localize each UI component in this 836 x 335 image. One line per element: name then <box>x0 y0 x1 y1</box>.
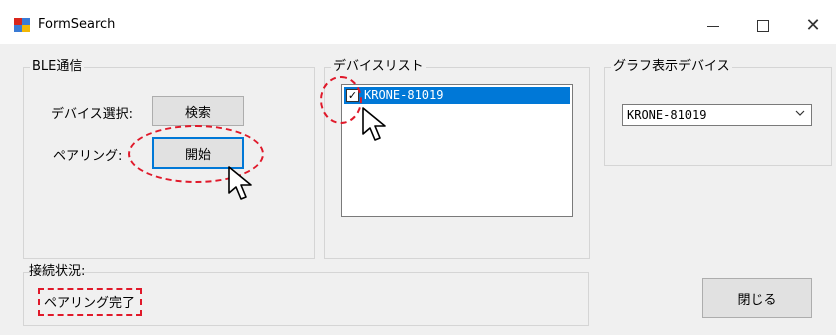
close-button[interactable]: 閉じる <box>702 278 812 318</box>
title-bar: FormSearch ✕ <box>0 0 836 44</box>
status-highlight <box>38 288 142 316</box>
device-list-title: デバイスリスト <box>331 59 426 75</box>
minimize-icon <box>707 25 719 27</box>
search-button[interactable]: 検索 <box>152 96 244 126</box>
pairing-label: ペアリング: <box>53 149 123 164</box>
window-title: FormSearch <box>38 17 116 32</box>
device-listbox[interactable]: ✓ KRONE-81019 <box>341 84 573 217</box>
graph-device-value: KRONE-81019 <box>627 108 707 122</box>
device-select-label: デバイス選択: <box>51 107 133 122</box>
device-item-label: KRONE-81019 <box>364 88 444 102</box>
close-icon: ✕ <box>805 15 821 36</box>
form-search-window: FormSearch ✕ BLE通信 デバイス選択: 検索 ペアリング: 開始 … <box>0 0 836 335</box>
ble-group-title: BLE通信 <box>30 59 85 75</box>
chevron-down-icon[interactable] <box>794 107 806 122</box>
graph-device-title: グラフ表示デバイス <box>611 59 732 75</box>
mouse-cursor-icon <box>228 166 252 200</box>
app-icon <box>14 18 30 32</box>
status-title: 接続状況: <box>29 264 86 279</box>
maximize-button[interactable] <box>740 10 786 42</box>
checkbox-highlight <box>320 76 362 124</box>
list-item[interactable]: ✓ KRONE-81019 <box>344 87 570 104</box>
close-window-button[interactable]: ✕ <box>790 10 836 42</box>
minimize-button[interactable] <box>690 10 736 42</box>
maximize-icon <box>757 20 769 32</box>
mouse-cursor-icon <box>362 107 386 141</box>
graph-device-select[interactable]: KRONE-81019 <box>622 104 812 126</box>
